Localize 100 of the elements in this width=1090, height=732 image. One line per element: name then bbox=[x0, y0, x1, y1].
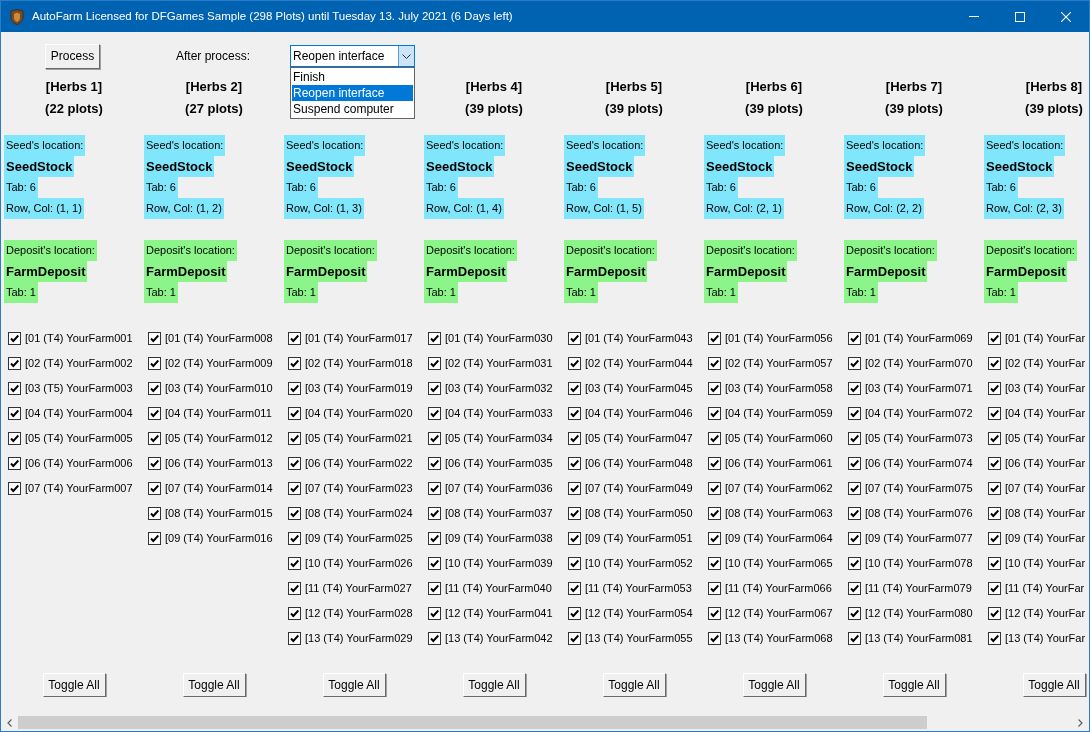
checkbox[interactable] bbox=[848, 332, 861, 345]
checkbox[interactable] bbox=[708, 432, 721, 445]
checkbox[interactable] bbox=[428, 507, 441, 520]
checkbox[interactable] bbox=[8, 432, 21, 445]
toggle-all-button[interactable]: Toggle All bbox=[182, 673, 246, 697]
checkbox[interactable] bbox=[848, 607, 861, 620]
checkbox[interactable] bbox=[288, 482, 301, 495]
checkbox[interactable] bbox=[848, 557, 861, 570]
checkbox[interactable] bbox=[8, 407, 21, 420]
checkbox[interactable] bbox=[148, 432, 161, 445]
checkbox[interactable] bbox=[988, 482, 1001, 495]
checkbox[interactable] bbox=[288, 457, 301, 470]
checkbox[interactable] bbox=[288, 407, 301, 420]
checkbox[interactable] bbox=[848, 507, 861, 520]
checkbox[interactable] bbox=[288, 357, 301, 370]
checkbox[interactable] bbox=[428, 532, 441, 545]
checkbox[interactable] bbox=[288, 507, 301, 520]
checkbox[interactable] bbox=[148, 332, 161, 345]
chevron-right-icon[interactable] bbox=[1078, 718, 1083, 727]
checkbox[interactable] bbox=[148, 357, 161, 370]
toggle-all-button[interactable]: Toggle All bbox=[42, 673, 106, 697]
checkbox[interactable] bbox=[988, 457, 1001, 470]
checkbox[interactable] bbox=[568, 632, 581, 645]
checkbox[interactable] bbox=[428, 432, 441, 445]
checkbox[interactable] bbox=[708, 382, 721, 395]
checkbox[interactable] bbox=[848, 407, 861, 420]
checkbox[interactable] bbox=[428, 407, 441, 420]
scrollbar-thumb[interactable] bbox=[18, 716, 927, 729]
checkbox[interactable] bbox=[708, 532, 721, 545]
checkbox[interactable] bbox=[568, 557, 581, 570]
checkbox[interactable] bbox=[988, 532, 1001, 545]
checkbox[interactable] bbox=[708, 357, 721, 370]
checkbox[interactable] bbox=[708, 332, 721, 345]
checkbox[interactable] bbox=[708, 482, 721, 495]
after-process-dropdown[interactable]: Reopen interface bbox=[290, 45, 416, 67]
checkbox[interactable] bbox=[428, 382, 441, 395]
checkbox[interactable] bbox=[8, 382, 21, 395]
checkbox[interactable] bbox=[988, 607, 1001, 620]
checkbox[interactable] bbox=[568, 532, 581, 545]
checkbox[interactable] bbox=[848, 532, 861, 545]
checkbox[interactable] bbox=[988, 582, 1001, 595]
checkbox[interactable] bbox=[148, 507, 161, 520]
chevron-left-icon[interactable] bbox=[7, 718, 12, 727]
checkbox[interactable] bbox=[848, 582, 861, 595]
checkbox[interactable] bbox=[288, 557, 301, 570]
toggle-all-button[interactable]: Toggle All bbox=[322, 673, 386, 697]
checkbox[interactable] bbox=[428, 557, 441, 570]
checkbox[interactable] bbox=[848, 357, 861, 370]
checkbox[interactable] bbox=[988, 557, 1001, 570]
checkbox[interactable] bbox=[988, 507, 1001, 520]
checkbox[interactable] bbox=[8, 482, 21, 495]
checkbox[interactable] bbox=[428, 632, 441, 645]
checkbox[interactable] bbox=[428, 607, 441, 620]
checkbox[interactable] bbox=[148, 532, 161, 545]
checkbox[interactable] bbox=[708, 632, 721, 645]
checkbox[interactable] bbox=[848, 632, 861, 645]
checkbox[interactable] bbox=[288, 632, 301, 645]
dropdown-option[interactable]: Reopen interface bbox=[292, 85, 414, 101]
checkbox[interactable] bbox=[708, 407, 721, 420]
checkbox[interactable] bbox=[708, 557, 721, 570]
checkbox[interactable] bbox=[428, 482, 441, 495]
checkbox[interactable] bbox=[988, 332, 1001, 345]
checkbox[interactable] bbox=[8, 332, 21, 345]
checkbox[interactable] bbox=[708, 507, 721, 520]
checkbox[interactable] bbox=[708, 457, 721, 470]
checkbox[interactable] bbox=[428, 357, 441, 370]
toggle-all-button[interactable]: Toggle All bbox=[462, 673, 526, 697]
checkbox[interactable] bbox=[148, 457, 161, 470]
checkbox[interactable] bbox=[148, 407, 161, 420]
toggle-all-button[interactable]: Toggle All bbox=[742, 673, 806, 697]
process-button[interactable]: Process bbox=[45, 43, 100, 69]
checkbox[interactable] bbox=[988, 382, 1001, 395]
checkbox[interactable] bbox=[708, 607, 721, 620]
checkbox[interactable] bbox=[148, 482, 161, 495]
checkbox[interactable] bbox=[568, 582, 581, 595]
checkbox[interactable] bbox=[148, 382, 161, 395]
checkbox[interactable] bbox=[8, 457, 21, 470]
checkbox[interactable] bbox=[848, 457, 861, 470]
checkbox[interactable] bbox=[288, 332, 301, 345]
checkbox[interactable] bbox=[568, 332, 581, 345]
checkbox[interactable] bbox=[568, 507, 581, 520]
checkbox[interactable] bbox=[568, 357, 581, 370]
checkbox[interactable] bbox=[568, 607, 581, 620]
checkbox[interactable] bbox=[568, 432, 581, 445]
checkbox[interactable] bbox=[568, 407, 581, 420]
checkbox[interactable] bbox=[288, 532, 301, 545]
checkbox[interactable] bbox=[428, 457, 441, 470]
checkbox[interactable] bbox=[988, 407, 1001, 420]
toggle-all-button[interactable]: Toggle All bbox=[882, 673, 946, 697]
checkbox[interactable] bbox=[988, 632, 1001, 645]
checkbox[interactable] bbox=[428, 332, 441, 345]
checkbox[interactable] bbox=[288, 432, 301, 445]
checkbox[interactable] bbox=[568, 382, 581, 395]
checkbox[interactable] bbox=[288, 607, 301, 620]
checkbox[interactable] bbox=[848, 432, 861, 445]
checkbox[interactable] bbox=[848, 382, 861, 395]
checkbox[interactable] bbox=[8, 357, 21, 370]
checkbox[interactable] bbox=[988, 432, 1001, 445]
checkbox[interactable] bbox=[708, 582, 721, 595]
checkbox[interactable] bbox=[288, 582, 301, 595]
